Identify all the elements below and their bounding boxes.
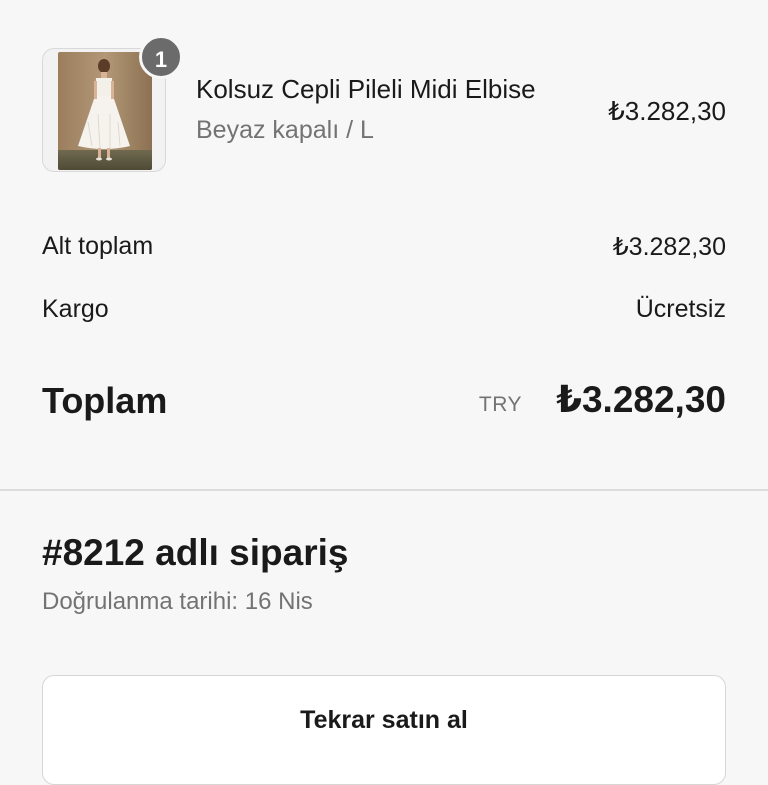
total-currency: TRY xyxy=(478,393,522,416)
product-price: ₺3.282,30 xyxy=(608,96,726,126)
quantity-badge: 1 xyxy=(139,35,183,79)
shipping-label: Kargo xyxy=(42,295,109,323)
buy-again-label: Tekrar satın al xyxy=(300,706,468,734)
section-divider xyxy=(0,489,768,491)
total-value: ₺3.282,30 xyxy=(556,379,726,420)
order-title: #8212 adlı sipariş xyxy=(42,532,349,573)
product-variant: Beyaz kapalı / L xyxy=(196,116,374,144)
order-confirmation-date: Doğrulanma tarihi: 16 Nis xyxy=(42,588,313,615)
cart-line-item: 1 Kolsuz Cepli Pileli Midi Elbise Beyaz … xyxy=(42,35,726,174)
shipping-value: Ücretsiz xyxy=(635,295,726,323)
total-row: Toplam TRY ₺3.282,30 xyxy=(42,378,726,428)
product-name: Kolsuz Cepli Pileli Midi Elbise xyxy=(196,74,536,104)
total-label: Toplam xyxy=(42,380,168,421)
dress-photo-image xyxy=(58,52,152,170)
product-thumbnail: 1 xyxy=(42,35,183,172)
subtotal-label: Alt toplam xyxy=(42,232,154,260)
buy-again-button[interactable]: Tekrar satın al xyxy=(42,675,726,785)
subtotal-value: ₺3.282,30 xyxy=(612,233,726,261)
